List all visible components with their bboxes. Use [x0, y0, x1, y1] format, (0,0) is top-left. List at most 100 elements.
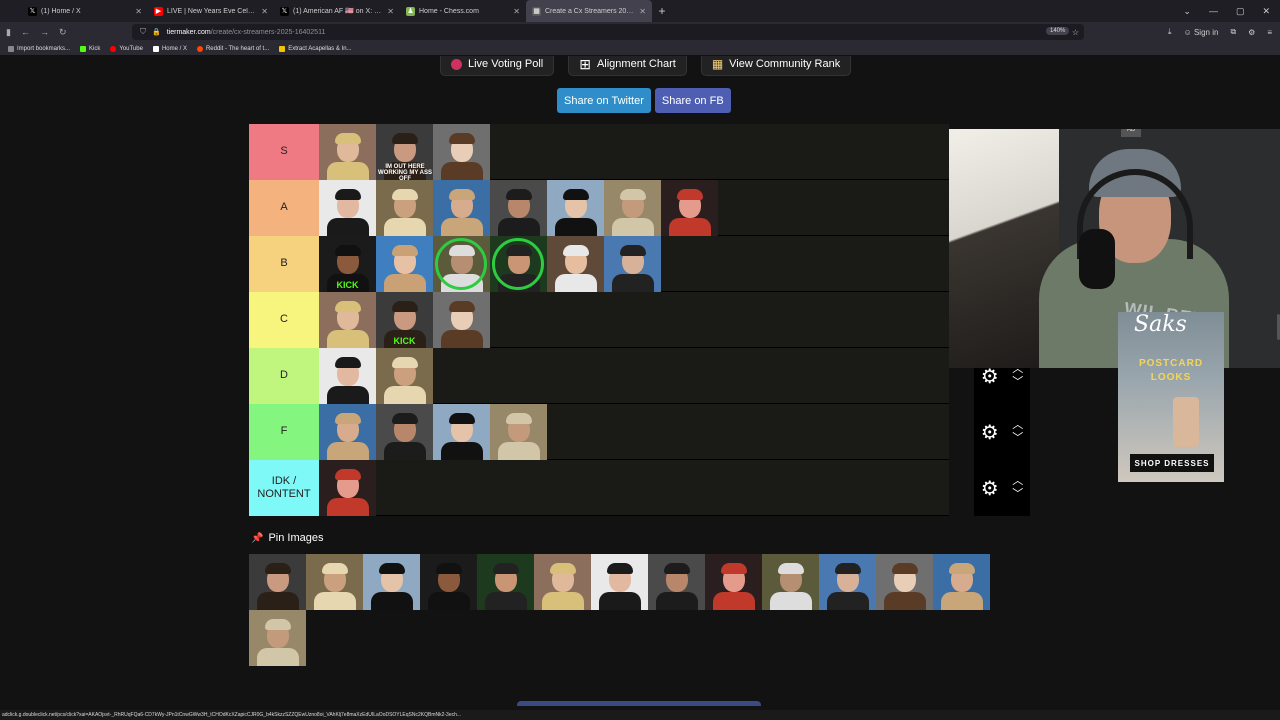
dress-ad[interactable]: Saks POSTCARD LOOKS SHOP DRESSES — [1118, 312, 1224, 482]
streamer-thumbnail[interactable] — [433, 404, 490, 460]
chevron-down-icon[interactable]: ﹀ — [1012, 488, 1023, 501]
reload-icon[interactable]: ↻ — [59, 27, 67, 38]
tier-label[interactable]: IDK / NONTENT — [249, 460, 319, 516]
streamer-thumbnail[interactable] — [376, 348, 433, 404]
bookmark-item[interactable]: Import bookmarks... — [8, 45, 70, 52]
back-icon[interactable]: ← — [21, 27, 30, 37]
streamer-thumbnail[interactable] — [319, 460, 376, 516]
tier-label[interactable]: C — [249, 292, 319, 348]
tab[interactable]: ▶ LIVE | New Years Eve Celebratio ✕ — [148, 0, 274, 22]
streamer-thumbnail[interactable] — [420, 554, 477, 610]
chevron-down-icon[interactable]: ﹀ — [1012, 432, 1023, 445]
streamer-thumbnail[interactable]: KICK — [319, 236, 376, 292]
streamer-thumbnail[interactable] — [762, 554, 819, 610]
streamer-thumbnail[interactable] — [376, 180, 433, 236]
close-window-icon[interactable]: ✕ — [1262, 6, 1270, 17]
streamer-thumbnail[interactable]: IM OUT HERE WORKING MY ASS OFF — [376, 124, 433, 180]
streamer-thumbnail[interactable] — [433, 124, 490, 180]
bookmark-item[interactable]: YouTube — [110, 45, 143, 52]
streamer-thumbnail[interactable] — [705, 554, 762, 610]
chevron-up-icon[interactable]: ︿ — [1012, 475, 1023, 488]
tier-label[interactable]: B — [249, 236, 319, 292]
streamer-thumbnail[interactable] — [249, 554, 306, 610]
streamer-thumbnail[interactable] — [591, 554, 648, 610]
tab[interactable]: 𝕏 (1) American AF 🇺🇸 on X: "A ma ✕ — [274, 0, 400, 22]
streamer-thumbnail[interactable] — [319, 404, 376, 460]
avatar[interactable]: ☺ Sign in — [1184, 28, 1219, 37]
tier-label[interactable]: A — [249, 180, 319, 236]
close-icon[interactable]: ✕ — [135, 7, 142, 16]
new-tab-button[interactable]: + — [652, 4, 672, 18]
streamer-thumbnail[interactable] — [376, 236, 433, 292]
streamer-thumbnail[interactable] — [490, 180, 547, 236]
bookmark-star-icon[interactable]: ☆ — [1072, 28, 1079, 37]
gear-icon[interactable]: ⚙ — [981, 420, 999, 445]
alignment-chart-button[interactable]: ⊞ Alignment Chart — [568, 56, 687, 76]
chevron-down-icon[interactable]: ﹀ — [1012, 376, 1023, 389]
live-voting-poll-button[interactable]: Live Voting Poll — [440, 56, 555, 76]
download-icon[interactable]: ⤓ — [1168, 27, 1172, 37]
streamer-thumbnail[interactable] — [534, 554, 591, 610]
close-icon[interactable]: ✕ — [639, 7, 646, 16]
streamer-thumbnail[interactable] — [319, 180, 376, 236]
sidebar-icon[interactable]: ▮ — [6, 27, 11, 38]
close-icon[interactable]: ✕ — [387, 7, 394, 16]
tier-items: IM OUT HERE WORKING MY ASS OFF — [319, 124, 490, 180]
list-all-tabs-icon[interactable]: ⌄ — [1183, 6, 1191, 17]
streamer-thumbnail[interactable] — [490, 236, 547, 292]
address-bar[interactable]: ⛉ 🔒 tiermaker.com/create/cx-streamers-20… — [132, 24, 1084, 40]
chevron-up-icon[interactable]: ︿ — [1012, 419, 1023, 432]
close-icon[interactable]: ✕ — [513, 7, 520, 16]
streamer-thumbnail[interactable] — [604, 180, 661, 236]
streamer-thumbnail[interactable] — [477, 554, 534, 610]
bookmark-item[interactable]: Home / X — [152, 45, 187, 52]
close-icon[interactable]: ✕ — [261, 7, 268, 16]
streamer-thumbnail[interactable] — [648, 554, 705, 610]
streamer-thumbnail[interactable] — [819, 554, 876, 610]
tier-controls: ⚙ ︿﹀ — [974, 404, 1030, 460]
tab[interactable]: ♟ Home - Chess.com ✕ — [400, 0, 526, 22]
minimize-icon[interactable]: — — [1209, 6, 1218, 16]
streamer-thumbnail[interactable] — [933, 554, 990, 610]
zoom-level[interactable]: 140% — [1046, 27, 1070, 35]
tab[interactable]: 𝕏 (1) Home / X ✕ — [22, 0, 148, 22]
thumb-hair — [449, 133, 475, 144]
streamer-thumbnail[interactable] — [433, 236, 490, 292]
streamer-thumbnail[interactable] — [319, 348, 376, 404]
shop-dresses-button[interactable]: SHOP DRESSES — [1130, 454, 1214, 472]
streamer-thumbnail[interactable] — [876, 554, 933, 610]
streamer-thumbnail[interactable] — [306, 554, 363, 610]
maximize-icon[interactable]: ▢ — [1236, 6, 1245, 17]
streamer-thumbnail[interactable]: KICK — [376, 292, 433, 348]
bookmark-item[interactable]: Kick — [80, 45, 100, 52]
streamer-thumbnail[interactable] — [661, 180, 718, 236]
bookmark-item[interactable]: Extract Acapellas & In... — [279, 45, 352, 52]
gear-icon[interactable]: ⚙ — [981, 476, 999, 501]
menu-icon[interactable]: ≡ — [1267, 28, 1272, 37]
thumb-hair — [335, 469, 361, 480]
tier-label[interactable]: S — [249, 124, 319, 180]
streamer-thumbnail[interactable] — [433, 180, 490, 236]
streamer-thumbnail[interactable] — [433, 292, 490, 348]
streamer-thumbnail[interactable] — [604, 236, 661, 292]
forward-icon[interactable]: → — [40, 27, 49, 37]
streamer-thumbnail[interactable] — [376, 404, 433, 460]
share-twitter-button[interactable]: Share on Twitter — [557, 88, 651, 113]
bookmark-item[interactable]: Reddit - The heart of t... — [196, 45, 269, 52]
community-rank-button[interactable]: ▦ View Community Rank — [700, 56, 852, 76]
tab-active[interactable]: ▦ Create a Cx Streamers 2025 Tier ✕ — [526, 0, 652, 22]
streamer-thumbnail[interactable] — [547, 236, 604, 292]
share-fb-button[interactable]: Share on FB — [654, 88, 731, 113]
streamer-thumbnail[interactable] — [547, 180, 604, 236]
app-icon[interactable]: ⚙ — [1248, 28, 1255, 37]
streamer-thumbnail[interactable] — [490, 404, 547, 460]
streamer-thumbnail[interactable] — [363, 554, 420, 610]
extensions-icon[interactable]: ⧉ — [1230, 27, 1236, 37]
streamer-thumbnail[interactable] — [319, 292, 376, 348]
streamer-thumbnail[interactable] — [319, 124, 376, 180]
streamer-thumbnail[interactable] — [249, 610, 306, 666]
tier-label[interactable]: D — [249, 348, 319, 404]
thumb-body — [441, 330, 483, 348]
tier-label[interactable]: F — [249, 404, 319, 460]
save-button-partial[interactable] — [517, 701, 761, 706]
